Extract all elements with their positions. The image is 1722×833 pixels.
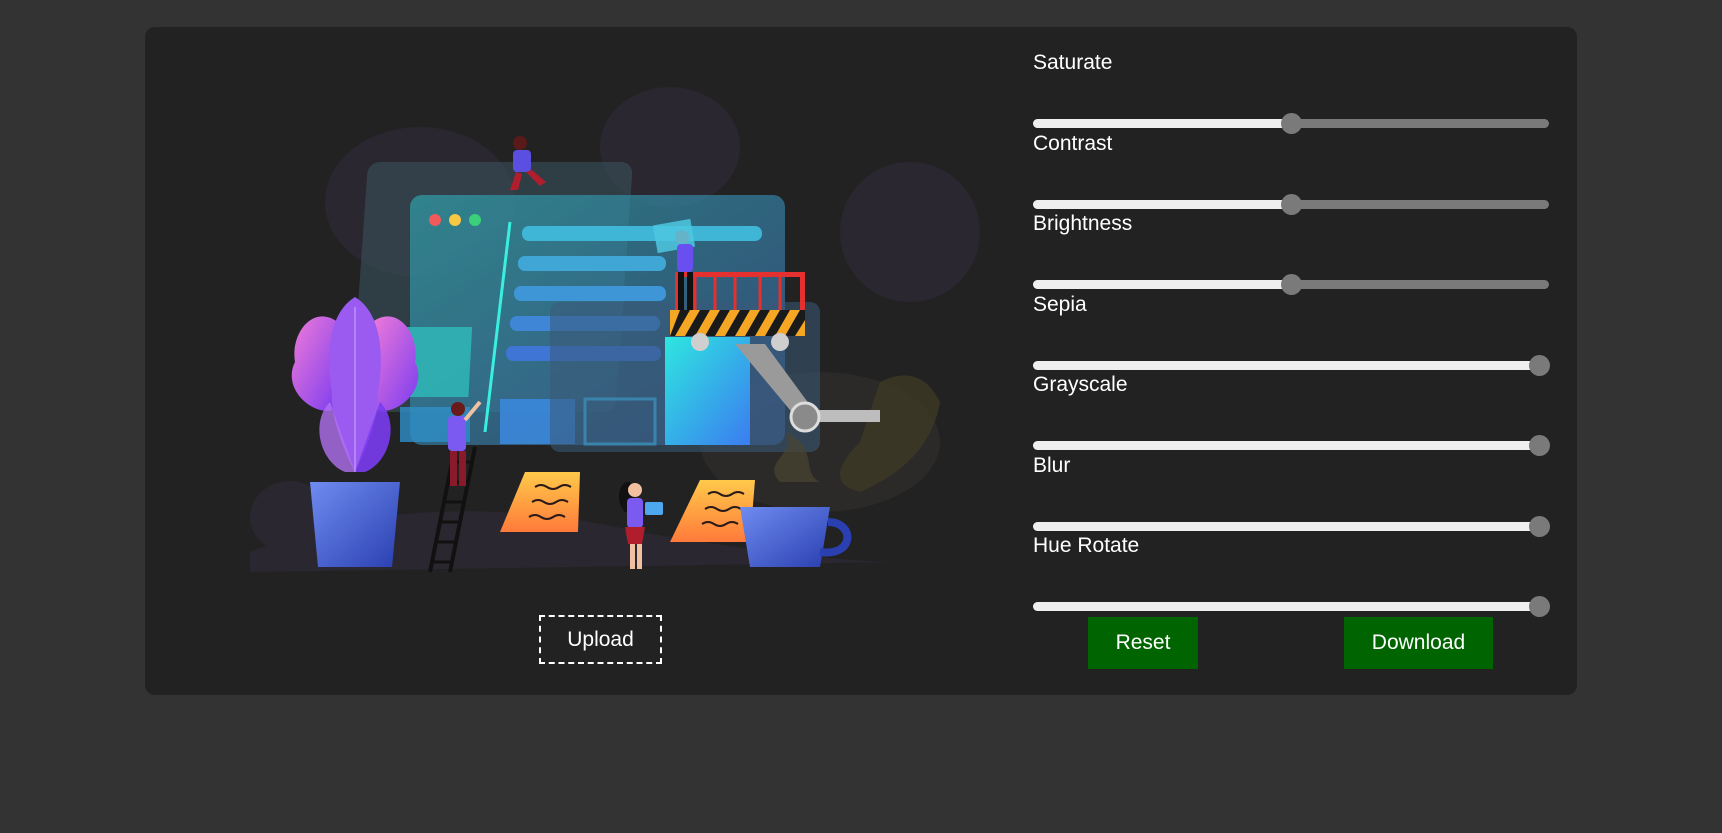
slider-thumb[interactable] [1529, 515, 1550, 537]
slider-thumb[interactable] [1529, 354, 1550, 376]
sepia-label: Sepia [1033, 292, 1087, 316]
slider-thumb[interactable] [1281, 113, 1302, 134]
hue-rotate-label: Hue Rotate [1033, 534, 1140, 557]
slider-thumb[interactable] [1281, 274, 1302, 295]
image-preview [220, 62, 990, 592]
download-button[interactable]: Download [1344, 617, 1493, 669]
saturate-label: Saturate [1033, 51, 1113, 74]
slider-thumb[interactable] [1281, 193, 1302, 215]
slider-thumb[interactable] [1529, 435, 1550, 456]
slider-fill [1033, 199, 1291, 209]
editor-card: Upload Saturate Contrast Brightness Sepia Gr… [145, 27, 1577, 695]
blur-slider[interactable] [1033, 515, 1550, 537]
blur-label: Blur [1033, 453, 1071, 477]
contrast-label: Contrast [1033, 131, 1113, 155]
grayscale-label: Grayscale [1033, 373, 1128, 396]
sepia-slider[interactable] [1033, 354, 1550, 376]
grayscale-slider[interactable] [1033, 435, 1550, 456]
contrast-slider[interactable] [1033, 193, 1549, 215]
upload-button[interactable]: Upload [539, 615, 662, 664]
slider-fill [1033, 360, 1539, 370]
slider-fill [1033, 441, 1539, 450]
preview-illustration [250, 87, 980, 573]
brightness-slider[interactable] [1033, 274, 1549, 295]
filter-controls: Saturate Contrast Brightness Sepia Grayscale… [1033, 27, 1553, 695]
saturate-slider[interactable] [1033, 113, 1549, 134]
reset-button[interactable]: Reset [1088, 617, 1198, 669]
slider-fill [1033, 521, 1539, 531]
slider-thumb[interactable] [1529, 596, 1550, 617]
slider-fill [1033, 602, 1539, 611]
slider-fill [1033, 280, 1291, 289]
hue-rotate-slider[interactable] [1033, 596, 1550, 617]
brightness-label: Brightness [1033, 212, 1133, 235]
slider-fill [1033, 119, 1291, 128]
